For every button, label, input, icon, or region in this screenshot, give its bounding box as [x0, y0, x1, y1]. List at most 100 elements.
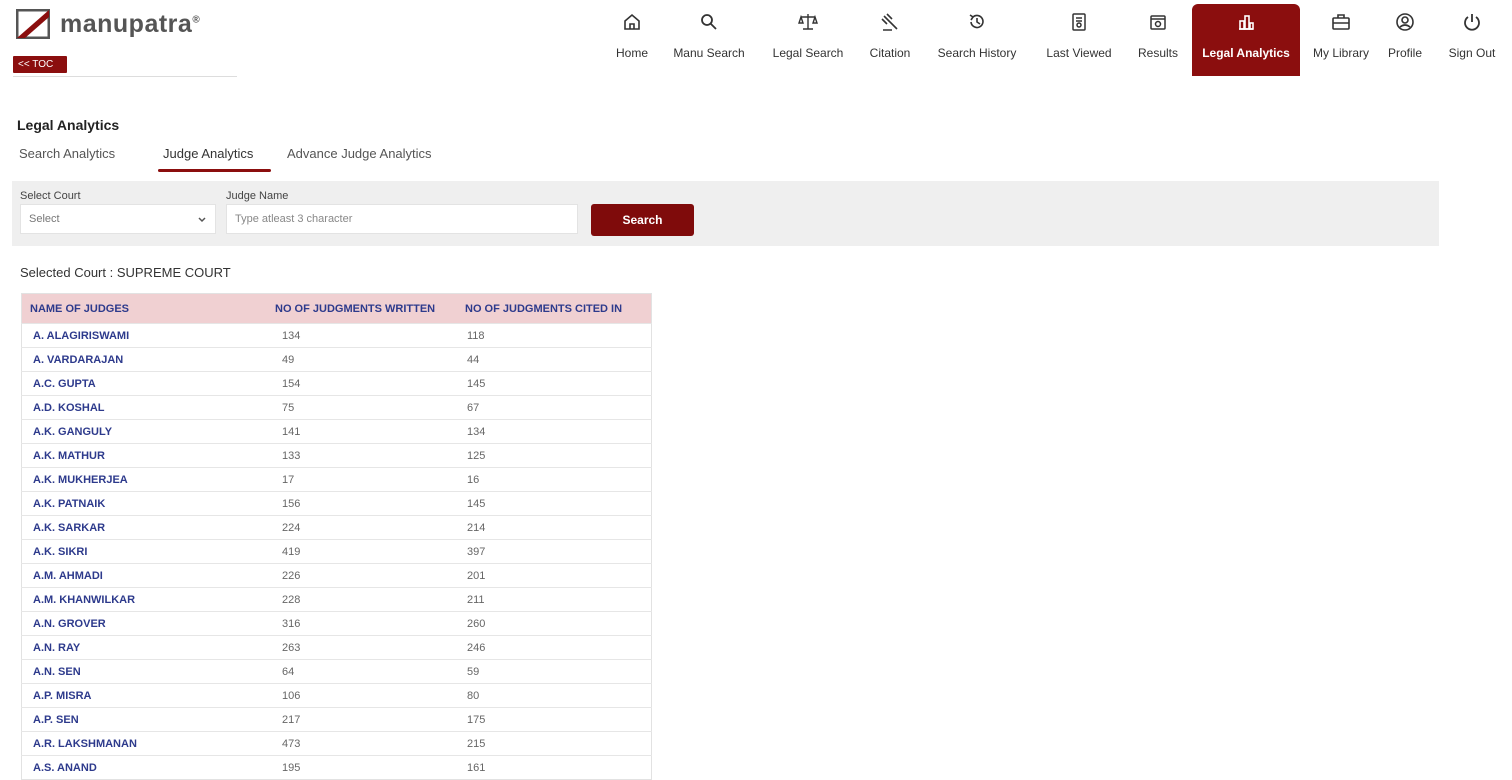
top-header: manupatra® << TOC Home Manu Search Legal… — [0, 0, 1512, 80]
table-row: A.K. SIKRI 419 397 — [21, 539, 652, 564]
column-header-cited[interactable]: NO OF JUDGMENTS CITED IN — [465, 293, 652, 324]
chevron-down-icon — [198, 217, 206, 223]
nav-legal-analytics[interactable]: Legal Analytics — [1192, 4, 1300, 76]
judgments-written-cell: 49 — [275, 347, 465, 372]
judge-name-link[interactable]: A.M. KHANWILKAR — [21, 587, 275, 612]
table-row: A. VARDARAJAN 49 44 — [21, 347, 652, 372]
judge-name-link[interactable]: A.K. SARKAR — [21, 515, 275, 540]
judge-name-link[interactable]: A.N. GROVER — [21, 611, 275, 636]
judgments-cited-cell: 260 — [465, 611, 652, 636]
table-row: A.K. PATNAIK 156 145 — [21, 491, 652, 516]
table-row: A.P. MISRA 106 80 — [21, 683, 652, 708]
judgments-cited-cell: 134 — [465, 419, 652, 444]
judgments-cited-cell: 211 — [465, 587, 652, 612]
judgments-cited-cell: 161 — [465, 755, 652, 780]
judge-name-link[interactable]: A.N. RAY — [21, 635, 275, 660]
nav-label: Manu Search — [673, 46, 745, 60]
results-icon — [1150, 15, 1166, 30]
search-button[interactable]: Search — [591, 204, 694, 236]
judge-name-link[interactable]: A.K. MUKHERJEA — [21, 467, 275, 492]
judge-name-link[interactable]: A.P. MISRA — [21, 683, 275, 708]
filter-bar: Select Court Select Judge Name Search — [12, 181, 1439, 246]
judgments-written-cell: 226 — [275, 563, 465, 588]
nav-last-viewed[interactable]: Last Viewed — [1036, 4, 1122, 76]
brand-name: manupatra® — [60, 9, 201, 38]
table-row: A.C. GUPTA 154 145 — [21, 371, 652, 396]
judgments-written-cell: 141 — [275, 419, 465, 444]
nav-label: Sign Out — [1448, 46, 1496, 60]
nav-manu-search[interactable]: Manu Search — [664, 4, 754, 76]
judge-name-link[interactable]: A.K. PATNAIK — [21, 491, 275, 516]
judgments-cited-cell: 397 — [465, 539, 652, 564]
scales-icon — [798, 14, 818, 30]
judgments-written-cell: 17 — [275, 467, 465, 492]
history-icon — [969, 14, 984, 29]
home-icon — [624, 13, 640, 30]
judge-name-link[interactable]: A.K. GANGULY — [21, 419, 275, 444]
nav-label: Legal Analytics — [1202, 46, 1290, 60]
table-row: A.N. GROVER 316 260 — [21, 611, 652, 636]
judgments-written-cell: 217 — [275, 707, 465, 732]
header-divider — [13, 76, 237, 77]
judgments-written-cell: 133 — [275, 443, 465, 468]
nav-home[interactable]: Home — [608, 4, 656, 76]
nav-legal-search[interactable]: Legal Search — [762, 4, 854, 76]
judgments-cited-cell: 246 — [465, 635, 652, 660]
column-header-written[interactable]: NO OF JUDGMENTS WRITTEN — [275, 293, 465, 324]
judgments-cited-cell: 125 — [465, 443, 652, 468]
nav-label: My Library — [1312, 46, 1369, 60]
judges-table: NAME OF JUDGES NO OF JUDGMENTS WRITTEN N… — [21, 293, 652, 780]
nav-label: Legal Search — [772, 46, 844, 60]
page-title: Legal Analytics — [17, 117, 120, 133]
judge-name-link[interactable]: A.K. MATHUR — [21, 443, 275, 468]
table-row: A.K. MUKHERJEA 17 16 — [21, 467, 652, 492]
nav-label: Last Viewed — [1046, 46, 1112, 60]
column-header-name[interactable]: NAME OF JUDGES — [21, 293, 275, 324]
judge-name-link[interactable]: A.C. GUPTA — [21, 371, 275, 396]
judgments-cited-cell: 145 — [465, 371, 652, 396]
nav-search-history[interactable]: Search History — [926, 4, 1028, 76]
judgments-written-cell: 64 — [275, 659, 465, 684]
nav-sign-out[interactable]: Sign Out — [1436, 4, 1508, 76]
court-select[interactable]: Select — [20, 204, 216, 234]
judge-name-link[interactable]: A.N. SEN — [21, 659, 275, 684]
judge-name-link[interactable]: A. ALAGIRISWAMI — [21, 323, 275, 348]
brand-logo[interactable]: manupatra® — [16, 9, 200, 39]
table-row: A. ALAGIRISWAMI 134 118 — [21, 323, 652, 348]
judgments-cited-cell: 118 — [465, 323, 652, 348]
judgments-cited-cell: 175 — [465, 707, 652, 732]
judges-table-body: A. ALAGIRISWAMI 134 118 A. VARDARAJAN 49 44 A.… — [21, 323, 652, 780]
nav-my-library[interactable]: My Library — [1306, 4, 1376, 76]
judge-name-link[interactable]: A.S. ANAND — [21, 755, 275, 780]
judge-name-link[interactable]: A.P. SEN — [21, 707, 275, 732]
document-icon — [1072, 13, 1086, 31]
judgments-cited-cell: 80 — [465, 683, 652, 708]
nav-results[interactable]: Results — [1130, 4, 1186, 76]
nav-profile[interactable]: Profile — [1380, 4, 1430, 76]
judgments-written-cell: 154 — [275, 371, 465, 396]
user-icon — [1396, 13, 1414, 31]
judge-name-link[interactable]: A.M. AHMADI — [21, 563, 275, 588]
judge-name-input[interactable] — [226, 204, 578, 234]
judge-name-link[interactable]: A. VARDARAJAN — [21, 347, 275, 372]
judgments-written-cell: 419 — [275, 539, 465, 564]
table-row: A.R. LAKSHMANAN 473 215 — [21, 731, 652, 756]
judge-name-link[interactable]: A.R. LAKSHMANAN — [21, 731, 275, 756]
judge-name-link[interactable]: A.K. SIKRI — [21, 539, 275, 564]
nav-citation[interactable]: Citation — [862, 4, 918, 76]
table-row: A.D. KOSHAL 75 67 — [21, 395, 652, 420]
search-icon — [701, 14, 717, 30]
tab-advance-judge-analytics[interactable]: Advance Judge Analytics — [287, 146, 432, 161]
judge-name-link[interactable]: A.D. KOSHAL — [21, 395, 275, 420]
toc-toggle-button[interactable]: << TOC — [13, 56, 67, 73]
court-select-value: Select — [29, 213, 60, 225]
table-header-row: NAME OF JUDGES NO OF JUDGMENTS WRITTEN N… — [21, 293, 652, 324]
nav-label: Citation — [869, 46, 911, 60]
judgments-written-cell: 473 — [275, 731, 465, 756]
judgments-cited-cell: 59 — [465, 659, 652, 684]
tab-judge-analytics[interactable]: Judge Analytics — [163, 146, 253, 161]
tab-search-analytics[interactable]: Search Analytics — [19, 146, 115, 161]
table-row: A.N. RAY 263 246 — [21, 635, 652, 660]
table-row: A.P. SEN 217 175 — [21, 707, 652, 732]
nav-label: Home — [615, 46, 648, 60]
